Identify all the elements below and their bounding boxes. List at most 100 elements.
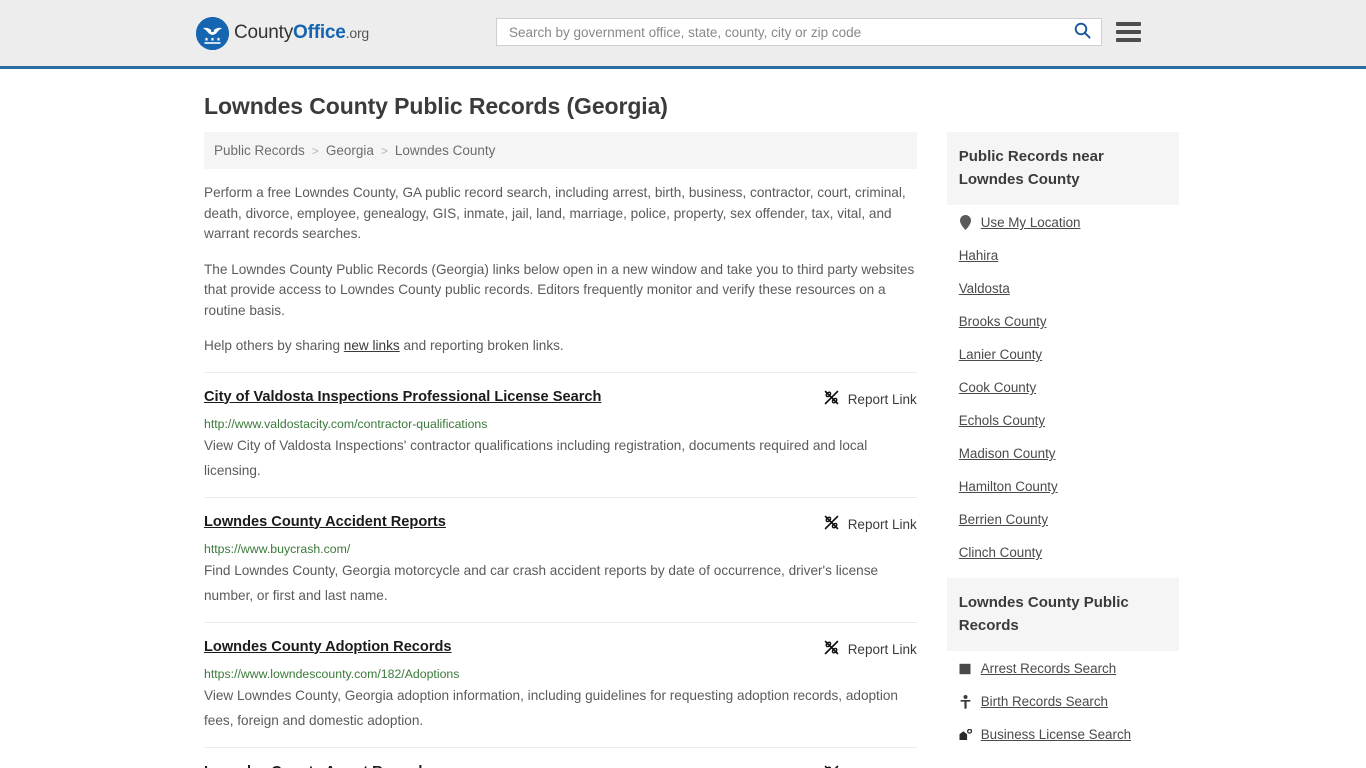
page-body: Lowndes County Public Records (Georgia) … bbox=[0, 93, 1366, 768]
site-header: CountyOffice.org bbox=[0, 0, 1366, 69]
search-input[interactable] bbox=[507, 23, 1072, 41]
sidebar-item-label: Cook County bbox=[958, 380, 1037, 395]
report-link-button[interactable]: Report Link bbox=[823, 513, 917, 536]
intro-paragraph-3: Help others by sharing new links and rep… bbox=[204, 336, 917, 357]
result-item: City of Valdosta Inspections Professiona… bbox=[204, 371, 917, 497]
result-header: Lowndes County Adoption Records Report L… bbox=[204, 638, 917, 661]
breadcrumb-item-lowndes-county: Lowndes County bbox=[394, 143, 496, 158]
breadcrumb-item-public-records[interactable]: Public Records bbox=[214, 143, 305, 158]
search-bar bbox=[496, 18, 1141, 46]
logo-text-org: .org bbox=[345, 25, 370, 41]
sidebar-near-heading: Public Records near Lowndes County bbox=[946, 132, 1179, 205]
logo-text-office: Office bbox=[293, 22, 346, 43]
sidebar-item-valdosta[interactable]: Valdosta bbox=[959, 281, 1179, 296]
result-description: View City of Valdosta Inspections' contr… bbox=[204, 437, 868, 478]
intro-paragraph-2: The Lowndes County Public Records (Georg… bbox=[204, 261, 915, 318]
broken-link-icon bbox=[823, 764, 840, 768]
sidebar-item-label: Lanier County bbox=[958, 347, 1043, 362]
result-title-link[interactable]: Lowndes County Adoption Records bbox=[204, 638, 452, 656]
hamburger-bar bbox=[1116, 38, 1141, 42]
new-links-link[interactable]: new links bbox=[344, 338, 400, 353]
result-url: http://www.valdostacity.com/contractor-q… bbox=[204, 416, 488, 431]
result-url: https://www.buycrash.com/ bbox=[204, 541, 351, 556]
breadcrumb: Public Records > Georgia > Lowndes Count… bbox=[204, 132, 917, 169]
sidebar-item-label: Use My Location bbox=[980, 215, 1081, 230]
hamburger-bar bbox=[1116, 22, 1141, 26]
result-title-link[interactable]: Lowndes County Arrest Records bbox=[204, 763, 431, 768]
sidebar-item-label: Business License Search bbox=[980, 727, 1132, 742]
sidebar-item-lanier-county[interactable]: Lanier County bbox=[959, 347, 1179, 362]
result-item: Lowndes County Accident Reports Report L… bbox=[204, 496, 917, 622]
sidebar-item-label: Berrien County bbox=[958, 512, 1049, 527]
sidebar-records-box: Lowndes County Public Records Arrest Rec… bbox=[946, 578, 1179, 742]
sidebar-item-berrien-county[interactable]: Berrien County bbox=[959, 512, 1179, 527]
sidebar-item-birth-records-search[interactable]: Birth Records Search bbox=[959, 694, 1179, 709]
map-pin-icon bbox=[959, 215, 972, 230]
sidebar-item-cook-county[interactable]: Cook County bbox=[959, 380, 1179, 395]
result-description: View Lowndes County, Georgia adoption in… bbox=[204, 687, 898, 728]
breadcrumb-item-georgia[interactable]: Georgia bbox=[326, 143, 374, 158]
help-prefix: Help others by sharing bbox=[204, 338, 344, 353]
sidebar-item-label: Arrest Records Search bbox=[980, 661, 1117, 676]
intro-paragraph-1: Perform a free Lowndes County, GA public… bbox=[204, 185, 906, 241]
result-title-link[interactable]: Lowndes County Accident Reports bbox=[204, 513, 446, 531]
breadcrumb-separator: > bbox=[311, 143, 319, 158]
search-box[interactable] bbox=[496, 18, 1102, 46]
sidebar-item-label: Echols County bbox=[958, 413, 1046, 428]
sidebar-item-label: Clinch County bbox=[958, 545, 1043, 560]
sidebar-near-box: Public Records near Lowndes County Use M… bbox=[946, 132, 1179, 560]
page-title: Lowndes County Public Records (Georgia) bbox=[204, 93, 668, 119]
sidebar-item-hahira[interactable]: Hahira bbox=[959, 248, 1179, 263]
sidebar-item-label: Birth Records Search bbox=[980, 694, 1108, 709]
broken-link-icon bbox=[823, 389, 840, 411]
menu-button[interactable] bbox=[1116, 21, 1141, 43]
sidebar-item-brooks-county[interactable]: Brooks County bbox=[959, 314, 1179, 329]
main-column: Public Records > Georgia > Lowndes Count… bbox=[204, 132, 917, 768]
sidebar-item-business-license-search[interactable]: Business License Search bbox=[959, 727, 1179, 742]
sidebar-item-hamilton-county[interactable]: Hamilton County bbox=[959, 479, 1179, 494]
report-link-button[interactable]: Report Link bbox=[823, 763, 917, 768]
sidebar-item-use-my-location[interactable]: Use My Location bbox=[959, 215, 1179, 230]
sidebar-records-list: Arrest Records Search Birth Records Sear… bbox=[947, 651, 1179, 742]
content-row: Public Records > Georgia > Lowndes Count… bbox=[204, 132, 1179, 768]
page-container: Lowndes County Public Records (Georgia) … bbox=[204, 93, 1179, 768]
result-item: Lowndes County Adoption Records Report L… bbox=[204, 621, 917, 747]
countyoffice-eagle-icon bbox=[196, 16, 229, 50]
report-link-button[interactable]: Report Link bbox=[823, 638, 917, 661]
sidebar-item-label: Madison County bbox=[958, 446, 1056, 461]
logo-text-county: County bbox=[234, 22, 294, 43]
intro-text: Perform a free Lowndes County, GA public… bbox=[204, 183, 917, 357]
result-url: https://www.lowndescounty.com/182/Adopti… bbox=[204, 666, 460, 681]
sidebar-item-madison-county[interactable]: Madison County bbox=[959, 446, 1179, 461]
sidebar-item-label: Hahira bbox=[958, 248, 999, 263]
help-suffix: and reporting broken links. bbox=[399, 338, 564, 353]
result-title-link[interactable]: City of Valdosta Inspections Professiona… bbox=[204, 388, 601, 406]
report-link-button[interactable]: Report Link bbox=[823, 388, 917, 411]
site-logo[interactable]: CountyOffice.org bbox=[196, 16, 369, 50]
breadcrumb-separator: > bbox=[380, 143, 388, 158]
sidebar-item-label: Hamilton County bbox=[958, 479, 1058, 494]
broken-link-icon bbox=[823, 514, 840, 536]
broken-link-icon bbox=[823, 639, 840, 661]
result-item: Lowndes County Arrest Records Report Lin… bbox=[204, 746, 917, 768]
result-header: Lowndes County Arrest Records Report Lin… bbox=[204, 763, 917, 768]
sidebar-item-label: Brooks County bbox=[958, 314, 1047, 329]
search-icon bbox=[1074, 22, 1091, 42]
result-header: City of Valdosta Inspections Professiona… bbox=[204, 388, 917, 411]
sidebar-item-clinch-county[interactable]: Clinch County bbox=[959, 545, 1179, 560]
site-logo-text: CountyOffice.org bbox=[234, 22, 369, 44]
result-description: Find Lowndes County, Georgia motorcycle … bbox=[204, 562, 879, 603]
baby-icon bbox=[959, 694, 972, 709]
sidebar: Public Records near Lowndes County Use M… bbox=[946, 132, 1179, 760]
sidebar-records-heading: Lowndes County Public Records bbox=[946, 578, 1179, 651]
sidebar-item-arrest-records-search[interactable]: Arrest Records Search bbox=[959, 661, 1179, 676]
handcuffs-icon bbox=[959, 663, 972, 675]
report-link-label: Report Link bbox=[847, 392, 917, 407]
sidebar-near-list: Use My Location Hahira Valdosta Brooks C… bbox=[947, 205, 1179, 560]
sidebar-item-echols-county[interactable]: Echols County bbox=[959, 413, 1179, 428]
search-button[interactable] bbox=[1072, 22, 1093, 42]
hamburger-bar bbox=[1116, 30, 1141, 34]
sidebar-item-label: Valdosta bbox=[958, 281, 1010, 296]
report-link-label: Report Link bbox=[847, 642, 917, 657]
result-header: Lowndes County Accident Reports Report L… bbox=[204, 513, 917, 536]
